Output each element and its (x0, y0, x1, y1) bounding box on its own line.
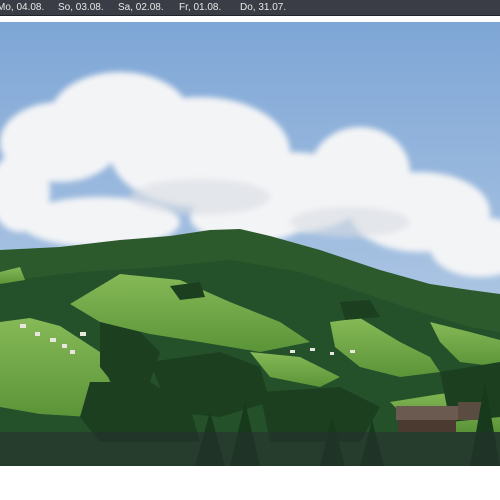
date-tab-so-03-08[interactable]: So, 03.08. (58, 0, 104, 15)
date-tab-fr-01-08[interactable]: Fr, 01.08. (179, 0, 221, 15)
date-tab-do-31-07[interactable]: Do, 31.07. (240, 0, 286, 15)
date-tab-sa-02-08[interactable]: Sa, 02.08. (118, 0, 164, 15)
date-navigation-bar: Mo, 04.08. So, 03.08. Sa, 02.08. Fr, 01.… (0, 0, 500, 16)
webcam-panorama-image (0, 22, 500, 466)
date-tab-mo-04-08[interactable]: Mo, 04.08. (0, 0, 44, 15)
image-bottom-overlay (0, 432, 500, 466)
